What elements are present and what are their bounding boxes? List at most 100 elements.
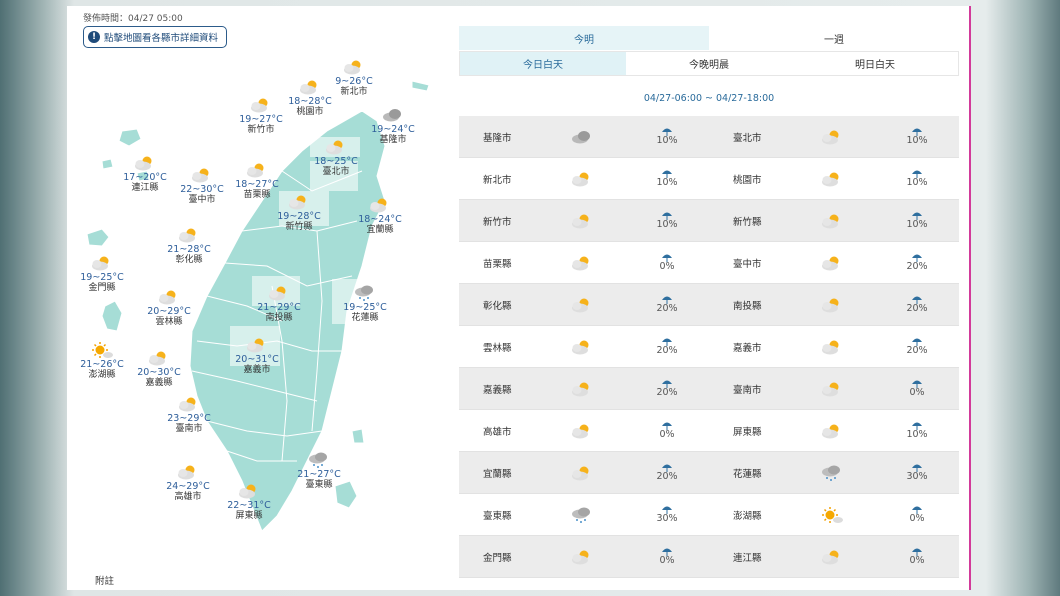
rain-chance: 10% <box>887 416 947 440</box>
county-name: 屏東縣 <box>733 426 762 438</box>
map-city-11[interactable]: 19~25°C 金門縣 <box>72 254 132 294</box>
tab-today-tomorrow[interactable]: 今明 <box>459 26 709 50</box>
county-cell[interactable]: 桃園市 10% <box>709 158 959 199</box>
tab-tonight[interactable]: 今晚明晨 <box>626 52 792 75</box>
table-row: 基隆市 10% 臺北市 10% <box>459 116 959 158</box>
county-cell[interactable]: 嘉義市 20% <box>709 326 959 367</box>
city-temp: 21~26°C <box>80 359 124 370</box>
county-name: 臺北市 <box>733 132 762 144</box>
county-cell[interactable]: 新竹縣 10% <box>709 200 959 241</box>
county-cell[interactable]: 彰化縣 20% <box>459 284 709 325</box>
city-name: 宜蘭縣 <box>366 225 394 235</box>
county-cell[interactable]: 澎湖縣 0% <box>709 494 959 535</box>
map-city-21[interactable]: 22~31°C 屏東縣 <box>219 482 279 522</box>
map-city-17[interactable]: 20~30°C 嘉義縣 <box>129 349 189 389</box>
rain-chance: 0% <box>887 542 947 566</box>
rain-percent: 20% <box>656 303 678 314</box>
county-cell[interactable]: 新竹市 10% <box>459 200 709 241</box>
umbrella-icon <box>661 122 673 136</box>
county-cell[interactable]: 臺中市 20% <box>709 242 959 283</box>
map-city-2[interactable]: 19~27°C 新竹市 <box>231 96 291 136</box>
rain-percent: 0% <box>659 429 675 440</box>
county-cell[interactable]: 雲林縣 20% <box>459 326 709 367</box>
county-cell[interactable]: 金門縣 0% <box>459 536 709 577</box>
map-city-13[interactable]: 19~25°C 花蓮縣 <box>335 284 395 324</box>
footnote-link[interactable]: 附註 <box>95 573 114 587</box>
umbrella-icon <box>661 416 673 430</box>
county-cell[interactable]: 臺北市 10% <box>709 116 959 157</box>
city-name: 新竹縣 <box>285 222 313 232</box>
map-city-12[interactable]: 21~29°C 南投縣 <box>249 284 309 324</box>
rain-percent: 10% <box>906 135 928 146</box>
partly-cloudy-icon <box>176 395 202 412</box>
county-cell[interactable]: 新北市 10% <box>459 158 709 199</box>
rain-chance: 20% <box>887 290 947 314</box>
county-cell[interactable]: 臺南市 0% <box>709 368 959 409</box>
county-cell[interactable]: 連江縣 0% <box>709 536 959 577</box>
umbrella-icon <box>911 374 923 388</box>
rain-percent: 10% <box>656 135 678 146</box>
partly-cloudy-icon <box>569 548 595 566</box>
kinmen-island-shape <box>86 228 110 247</box>
city-name: 嘉義市 <box>243 365 271 375</box>
umbrella-icon <box>661 500 673 514</box>
tab-tomorrow-day[interactable]: 明日白天 <box>792 52 958 75</box>
tab-week[interactable]: 一週 <box>709 26 959 50</box>
city-name: 金門縣 <box>88 283 116 293</box>
partly-cloudy-icon <box>569 422 595 440</box>
table-row: 臺東縣 30% 澎湖縣 0% <box>459 494 959 536</box>
umbrella-icon <box>661 542 673 556</box>
city-temp: 20~29°C <box>147 306 191 317</box>
partly-cloudy-icon <box>146 349 172 366</box>
county-name: 雲林縣 <box>483 342 512 354</box>
partly-cloudy-icon <box>266 284 292 301</box>
penghu-island-shape <box>101 300 123 332</box>
rain-percent: 10% <box>656 219 678 230</box>
county-cell[interactable]: 高雄市 0% <box>459 410 709 451</box>
rain-chance: 10% <box>887 206 947 230</box>
county-cell[interactable]: 南投縣 20% <box>709 284 959 325</box>
county-cell[interactable]: 基隆市 10% <box>459 116 709 157</box>
partly-cloudy-icon <box>569 254 595 272</box>
partly-cloudy-icon <box>244 161 270 178</box>
city-temp: 9~26°C <box>335 76 373 87</box>
map-city-16[interactable]: 20~31°C 嘉義市 <box>227 336 287 376</box>
county-name: 臺中市 <box>733 258 762 270</box>
map-city-9[interactable]: 18~24°C 宜蘭縣 <box>350 196 410 236</box>
city-name: 雲林縣 <box>155 317 183 327</box>
map-city-20[interactable]: 24~29°C 高雄市 <box>158 463 218 503</box>
county-cell[interactable]: 屏東縣 10% <box>709 410 959 451</box>
county-cell[interactable]: 臺東縣 30% <box>459 494 709 535</box>
map-city-15[interactable]: 21~26°C 澎湖縣 <box>72 341 132 381</box>
map-city-5[interactable]: 17~20°C 連江縣 <box>115 154 175 194</box>
map-city-14[interactable]: 20~29°C 雲林縣 <box>139 288 199 328</box>
rain-percent: 10% <box>656 177 678 188</box>
county-name: 宜蘭縣 <box>483 468 512 480</box>
county-cell[interactable]: 花蓮縣 30% <box>709 452 959 493</box>
city-name: 基隆市 <box>379 135 407 145</box>
sunny-icon <box>819 506 845 524</box>
table-row: 雲林縣 20% 嘉義市 20% <box>459 326 959 368</box>
map-city-3[interactable]: 19~24°C 基隆市 <box>363 106 423 146</box>
map-city-8[interactable]: 19~28°C 新竹縣 <box>269 193 329 233</box>
time-tabs: 今日白天 今晚明晨 明日白天 <box>459 51 959 76</box>
map-city-4[interactable]: 18~25°C 臺北市 <box>306 138 366 178</box>
partly-cloudy-icon <box>569 380 595 398</box>
rain-chance: 30% <box>637 500 697 524</box>
city-name: 高雄市 <box>174 492 202 502</box>
map-city-10[interactable]: 21~28°C 彰化縣 <box>159 226 219 266</box>
map-city-6[interactable]: 22~30°C 臺中市 <box>172 166 232 206</box>
map-city-19[interactable]: 21~27°C 臺東縣 <box>289 451 349 491</box>
partly-cloudy-icon <box>569 338 595 356</box>
map-city-18[interactable]: 23~29°C 臺南市 <box>159 395 219 435</box>
partly-cloudy-icon <box>569 170 595 188</box>
county-cell[interactable]: 嘉義縣 20% <box>459 368 709 409</box>
rain-percent: 30% <box>906 471 928 482</box>
county-cell[interactable]: 苗栗縣 0% <box>459 242 709 283</box>
map-city-1[interactable]: 9~26°C 新北市 <box>324 58 384 98</box>
city-name: 新北市 <box>340 87 368 97</box>
rain-icon <box>569 506 595 524</box>
tab-today-day[interactable]: 今日白天 <box>460 52 626 75</box>
partly-cloudy-icon <box>341 58 367 75</box>
county-cell[interactable]: 宜蘭縣 20% <box>459 452 709 493</box>
